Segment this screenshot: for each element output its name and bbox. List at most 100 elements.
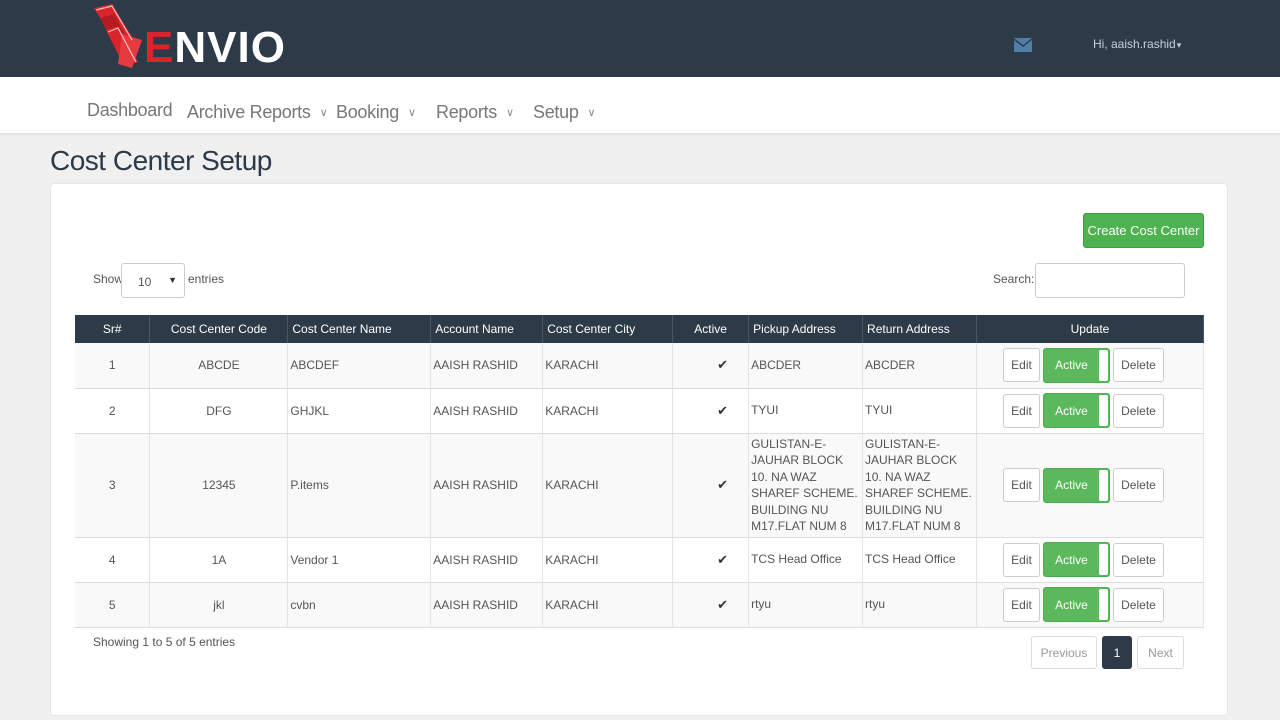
caret-down-icon: ▾ — [1176, 40, 1182, 50]
nav-label: Reports — [436, 102, 497, 122]
active-toggle[interactable]: Active — [1042, 467, 1110, 503]
cell-city: KARACHI — [542, 343, 674, 389]
cell-code: 12345 — [149, 433, 289, 538]
cell-update: Edit Active Delete — [976, 343, 1205, 389]
cell-name: P.items — [287, 433, 432, 538]
table-header-row: Sr# Cost Center Code Cost Center Name Ac… — [75, 315, 1205, 343]
entries-label: entries — [188, 272, 225, 286]
delete-button[interactable]: Delete — [1112, 393, 1164, 428]
pagination: Previous 1 Next — [1031, 636, 1184, 669]
previous-page-button[interactable]: Previous — [1031, 636, 1097, 669]
active-toggle-label: Active — [1055, 403, 1088, 418]
nav-archive-reports[interactable]: Archive Reports ∨ — [187, 102, 328, 123]
edit-button[interactable]: Edit — [1002, 587, 1040, 622]
checkbox-checked-icon: ✔ — [717, 477, 729, 492]
nav-setup[interactable]: Setup ∨ — [533, 102, 596, 123]
cell-return: TYUI — [862, 388, 977, 434]
envio-logo-mark-icon — [94, 4, 142, 68]
cell-pickup: TCS Head Office — [748, 537, 864, 583]
nav-label: Setup — [533, 102, 579, 122]
edit-button[interactable]: Edit — [1002, 468, 1040, 502]
edit-button[interactable]: Edit — [1002, 393, 1040, 428]
cell-sr: 4 — [75, 537, 151, 583]
cell-pickup: TYUI — [748, 388, 864, 434]
cell-active: ✔ — [672, 582, 750, 628]
checkbox-checked-icon: ✔ — [717, 596, 729, 612]
cell-name: cvbn — [287, 582, 432, 628]
next-page-button[interactable]: Next — [1137, 636, 1184, 669]
column-header[interactable]: Pickup Address — [748, 315, 864, 343]
column-header[interactable]: Cost Center City — [542, 315, 674, 343]
cell-name: ABCDEF — [287, 343, 432, 389]
toggle-knob — [1098, 589, 1108, 620]
chevron-down-icon: ∨ — [407, 107, 416, 119]
cell-update: Edit Active Delete — [976, 388, 1205, 434]
cell-active: ✔ — [672, 537, 750, 583]
logo-letter-e: E — [144, 23, 175, 72]
checkbox-checked-icon: ✔ — [717, 551, 729, 567]
table-row: 4 1A Vendor 1 AAISH RASHID KARACHI ✔ TCS… — [75, 537, 1205, 583]
toggle-knob — [1098, 469, 1108, 501]
logo-letters: NVIO — [174, 23, 286, 72]
caret-down-icon: ▼ — [168, 275, 177, 285]
cell-update: Edit Active Delete — [976, 433, 1205, 538]
cell-account: AAISH RASHID — [430, 388, 544, 434]
column-header[interactable]: Cost Center Name — [287, 315, 432, 343]
entries-select[interactable]: 10 ▼ — [121, 263, 185, 298]
cell-return: rtyu — [862, 582, 977, 628]
delete-button[interactable]: Delete — [1112, 348, 1164, 383]
active-toggle[interactable]: Active — [1042, 587, 1110, 622]
active-toggle[interactable]: Active — [1042, 542, 1110, 577]
cell-name: GHJKL — [287, 388, 432, 434]
cell-city: KARACHI — [542, 537, 674, 583]
cell-city: KARACHI — [542, 433, 674, 538]
cell-code: jkl — [149, 582, 289, 628]
page-title: Cost Center Setup — [50, 145, 272, 176]
column-header[interactable]: Return Address — [862, 315, 977, 343]
delete-button[interactable]: Delete — [1112, 587, 1164, 622]
cell-update: Edit Active Delete — [976, 537, 1205, 583]
active-toggle-label: Active — [1055, 478, 1088, 492]
create-cost-center-button[interactable]: Create Cost Center — [1083, 213, 1204, 248]
active-toggle[interactable]: Active — [1042, 393, 1110, 428]
checkbox-checked-icon: ✔ — [717, 402, 729, 418]
active-toggle-label: Active — [1055, 597, 1088, 612]
logo-text: ENVIO — [144, 24, 286, 72]
table-row: 1 ABCDE ABCDEF AAISH RASHID KARACHI ✔ AB… — [75, 343, 1205, 389]
table-info: Showing 1 to 5 of 5 entries — [93, 635, 236, 649]
cell-active: ✔ — [672, 388, 750, 434]
cell-pickup: rtyu — [748, 582, 864, 628]
cost-center-table: Sr# Cost Center Code Cost Center Name Ac… — [75, 315, 1205, 628]
cell-account: AAISH RASHID — [430, 343, 544, 389]
nav-booking[interactable]: Booking ∨ — [336, 102, 416, 123]
column-header[interactable]: Sr# — [75, 315, 151, 343]
cell-pickup: ABCDER — [748, 343, 864, 389]
cell-sr: 3 — [75, 433, 151, 538]
cell-return: ABCDER — [862, 343, 977, 389]
column-header[interactable]: Cost Center Code — [149, 315, 289, 343]
user-menu[interactable]: Hi, aaish.rashid▾ — [1093, 37, 1181, 51]
search-input[interactable] — [1035, 263, 1185, 298]
cell-account: AAISH RASHID — [430, 537, 544, 583]
nav-reports[interactable]: Reports ∨ — [436, 102, 514, 123]
delete-button[interactable]: Delete — [1112, 542, 1164, 577]
entries-select-value: 10 — [138, 275, 152, 289]
checkbox-checked-icon: ✔ — [717, 357, 729, 373]
envio-logo[interactable]: ENVIO — [92, 4, 285, 72]
column-header[interactable]: Active — [672, 315, 750, 343]
page-1-button[interactable]: 1 — [1102, 636, 1132, 669]
delete-button[interactable]: Delete — [1112, 468, 1164, 502]
active-toggle[interactable]: Active — [1042, 347, 1110, 383]
edit-button[interactable]: Edit — [1002, 348, 1040, 383]
show-label: Show — [93, 272, 124, 286]
cell-sr: 5 — [75, 582, 151, 628]
nav-label: Dashboard — [87, 100, 173, 120]
column-header[interactable]: Account Name — [430, 315, 544, 343]
cell-code: 1A — [149, 537, 289, 583]
envelope-icon[interactable] — [1014, 38, 1032, 52]
chevron-down-icon: ∨ — [505, 107, 514, 119]
cell-account: AAISH RASHID — [430, 582, 544, 628]
column-header[interactable]: Update — [976, 315, 1205, 343]
edit-button[interactable]: Edit — [1002, 542, 1040, 577]
nav-dashboard[interactable]: Dashboard — [87, 100, 173, 121]
